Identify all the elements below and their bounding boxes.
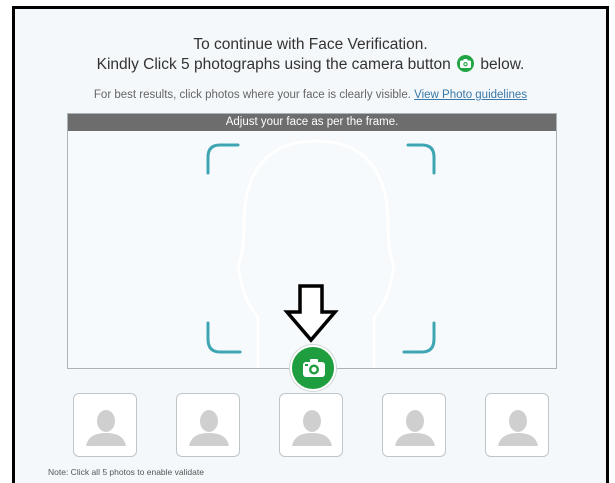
heading-line-2: Kindly Click 5 photographs using the cam…	[15, 55, 606, 75]
heading-line-2-text: Kindly Click 5 photographs using the cam…	[96, 56, 451, 73]
verification-panel: To continue with Face Verification. Kind…	[12, 6, 609, 483]
photo-slot-2[interactable]	[176, 393, 240, 457]
frame-corner-top-right	[406, 143, 436, 175]
heading-line-1: To continue with Face Verification.	[193, 36, 428, 53]
photo-slot-5[interactable]	[485, 393, 549, 457]
photo-slot-4[interactable]	[382, 393, 446, 457]
inline-camera-icon	[457, 55, 475, 72]
person-silhouette-icon	[86, 410, 126, 446]
instructions-heading: To continue with Face Verification. Kind…	[15, 35, 606, 75]
frame-corner-top-left	[206, 143, 240, 175]
camera-icon	[303, 359, 325, 377]
person-silhouette-icon	[189, 410, 229, 446]
validate-note: Note: Click all 5 photos to enable valid…	[48, 467, 204, 477]
down-arrow-icon	[283, 284, 339, 343]
frame-corner-bottom-left	[206, 321, 242, 354]
person-silhouette-icon	[292, 410, 332, 446]
person-silhouette-icon	[395, 410, 435, 446]
photo-guidelines-link[interactable]: View Photo guidelines	[414, 89, 527, 101]
capture-banner: Adjust your face as per the frame.	[68, 114, 556, 131]
hint-text: For best results, click photos where you…	[93, 89, 411, 101]
heading-line-2-suffix: below.	[480, 56, 525, 73]
photo-slot-1[interactable]	[73, 393, 137, 457]
frame-corner-bottom-right	[402, 321, 436, 354]
photo-hint: For best results, click photos where you…	[15, 89, 606, 101]
photo-thumbnails	[73, 393, 553, 459]
photo-slot-3[interactable]	[279, 393, 343, 457]
person-silhouette-icon	[498, 410, 538, 446]
camera-capture-button[interactable]	[290, 345, 336, 391]
